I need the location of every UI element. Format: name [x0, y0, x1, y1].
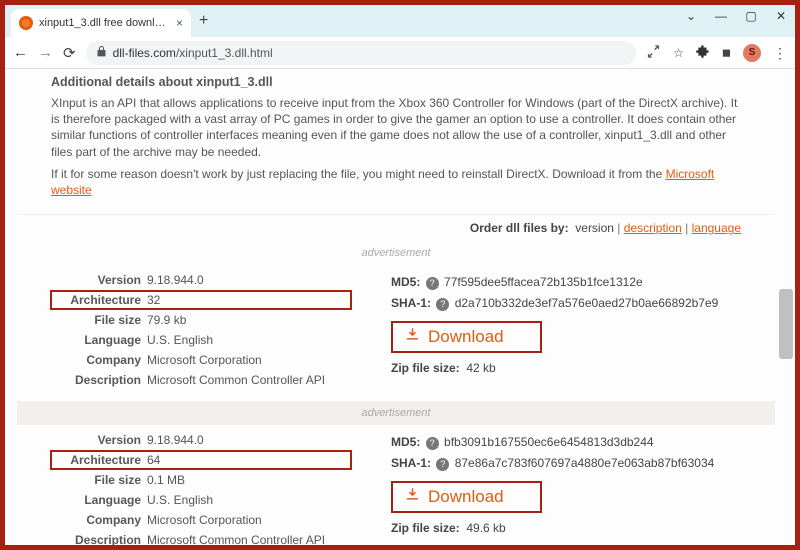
value-description: Microsoft Common Controller API — [147, 371, 325, 389]
download-label: Download — [428, 487, 504, 507]
download-icon — [405, 327, 420, 347]
share-icon[interactable] — [646, 44, 661, 62]
md5-row: MD5: ? 77f595dee5ffacea72b135b1fce1312e — [391, 275, 741, 290]
help-icon[interactable]: ? — [426, 437, 439, 450]
sort-bar: Order dll files by: version | descriptio… — [17, 215, 775, 241]
help-icon[interactable]: ? — [426, 277, 439, 290]
new-tab-button[interactable]: + — [199, 12, 208, 30]
profile-avatar[interactable]: S — [743, 44, 761, 62]
download-icon — [405, 487, 420, 507]
label-architecture: Architecture — [51, 451, 147, 469]
meta-table: Version9.18.944.0 Architecture64 File si… — [51, 431, 351, 545]
maximize-button[interactable]: ▢ — [743, 9, 759, 23]
details-paragraph-1: XInput is an API that allows application… — [51, 95, 741, 160]
help-icon[interactable]: ? — [436, 458, 449, 471]
label-version: Version — [51, 271, 147, 289]
address-bar[interactable]: dll-files.com/xinput1_3.dll.html — [86, 41, 637, 65]
zip-size-row: Zip file size: 49.6 kb — [391, 521, 741, 535]
value-filesize: 79.9 kb — [147, 311, 186, 329]
reload-button[interactable]: ⟳ — [63, 44, 76, 62]
favicon-icon — [19, 16, 33, 30]
zip-size-value: 49.6 kb — [466, 521, 505, 535]
chevron-down-icon[interactable]: ⌄ — [683, 9, 699, 23]
sort-label: Order dll files by: — [470, 221, 569, 235]
close-tab-icon[interactable]: × — [176, 16, 183, 30]
advertisement-label: advertisement — [17, 241, 775, 265]
value-company: Microsoft Corporation — [147, 351, 262, 369]
download-button[interactable]: Download — [405, 327, 504, 347]
scrollbar-thumb[interactable] — [779, 289, 793, 359]
value-version: 9.18.944.0 — [147, 431, 204, 449]
sha1-value: 87e86a7c783f607697a4880e7e063ab87bf63034 — [455, 456, 715, 470]
sha1-value: d2a710b332de3ef7a576e0aed27b0ae66892b7e9 — [455, 296, 719, 310]
architecture-row-highlight: Architecture32 — [51, 291, 351, 309]
advertisement-label: advertisement — [17, 401, 775, 425]
zip-size-value: 42 kb — [466, 361, 495, 375]
window-controls: ⌄ — ▢ ✕ — [683, 9, 789, 23]
close-window-button[interactable]: ✕ — [773, 9, 789, 23]
browser-toolbar: ← → ⟳ dll-files.com/xinput1_3.dll.html ☆… — [5, 37, 795, 69]
value-company: Microsoft Corporation — [147, 511, 262, 529]
download-highlight: Download — [391, 481, 542, 513]
details-paragraph-2: If it for some reason doesn't work by ju… — [51, 166, 741, 198]
label-company: Company — [51, 351, 147, 369]
label-version: Version — [51, 431, 147, 449]
sort-language-link[interactable]: language — [692, 221, 741, 235]
url-text: dll-files.com/xinput1_3.dll.html — [113, 46, 273, 60]
sort-version[interactable]: version — [575, 221, 614, 235]
value-description: Microsoft Common Controller API — [147, 531, 325, 545]
dll-entry: Version9.18.944.0 Architecture32 File si… — [17, 265, 775, 401]
help-icon[interactable]: ? — [436, 298, 449, 311]
sha1-row: SHA-1: ? d2a710b332de3ef7a576e0aed27b0ae… — [391, 296, 741, 311]
sha1-row: SHA-1: ? 87e86a7c783f607697a4880e7e063ab… — [391, 456, 741, 471]
back-button[interactable]: ← — [13, 44, 28, 61]
value-architecture: 32 — [147, 291, 160, 309]
label-description: Description — [51, 531, 147, 545]
value-language: U.S. English — [147, 331, 213, 349]
star-icon[interactable]: ☆ — [673, 46, 684, 60]
label-language: Language — [51, 491, 147, 509]
additional-details: Additional details about xinput1_3.dll X… — [17, 69, 775, 214]
download-button[interactable]: Download — [405, 487, 504, 507]
sort-description-link[interactable]: description — [624, 221, 682, 235]
download-label: Download — [428, 327, 504, 347]
value-language: U.S. English — [147, 491, 213, 509]
label-filesize: File size — [51, 311, 147, 329]
label-architecture: Architecture — [51, 291, 147, 309]
md5-value: bfb3091b167550ec6e6454813d3db244 — [444, 435, 654, 449]
download-highlight: Download — [391, 321, 542, 353]
zip-size-row: Zip file size: 42 kb — [391, 361, 741, 375]
meta-table: Version9.18.944.0 Architecture32 File si… — [51, 271, 351, 391]
label-description: Description — [51, 371, 147, 389]
stop-icon[interactable]: ◼ — [722, 46, 731, 59]
value-filesize: 0.1 MB — [147, 471, 185, 489]
md5-value: 77f595dee5ffacea72b135b1fce1312e — [444, 275, 643, 289]
tab-title: xinput1_3.dll free download | DL… — [39, 17, 170, 29]
section-heading: Additional details about xinput1_3.dll — [51, 75, 741, 89]
md5-row: MD5: ? bfb3091b167550ec6e6454813d3db244 — [391, 435, 741, 450]
extensions-icon[interactable] — [696, 44, 710, 61]
value-architecture: 64 — [147, 451, 160, 469]
browser-tab[interactable]: xinput1_3.dll free download | DL… × — [11, 9, 191, 37]
forward-button[interactable]: → — [38, 44, 53, 61]
label-company: Company — [51, 511, 147, 529]
value-version: 9.18.944.0 — [147, 271, 204, 289]
dll-entry: Version9.18.944.0 Architecture64 File si… — [17, 425, 775, 545]
menu-icon[interactable]: ⋮ — [773, 51, 787, 55]
browser-tab-strip: xinput1_3.dll free download | DL… × + ⌄ … — [5, 5, 795, 37]
lock-icon — [96, 45, 107, 60]
label-filesize: File size — [51, 471, 147, 489]
label-language: Language — [51, 331, 147, 349]
minimize-button[interactable]: — — [713, 9, 729, 23]
architecture-row-highlight: Architecture64 — [51, 451, 351, 469]
